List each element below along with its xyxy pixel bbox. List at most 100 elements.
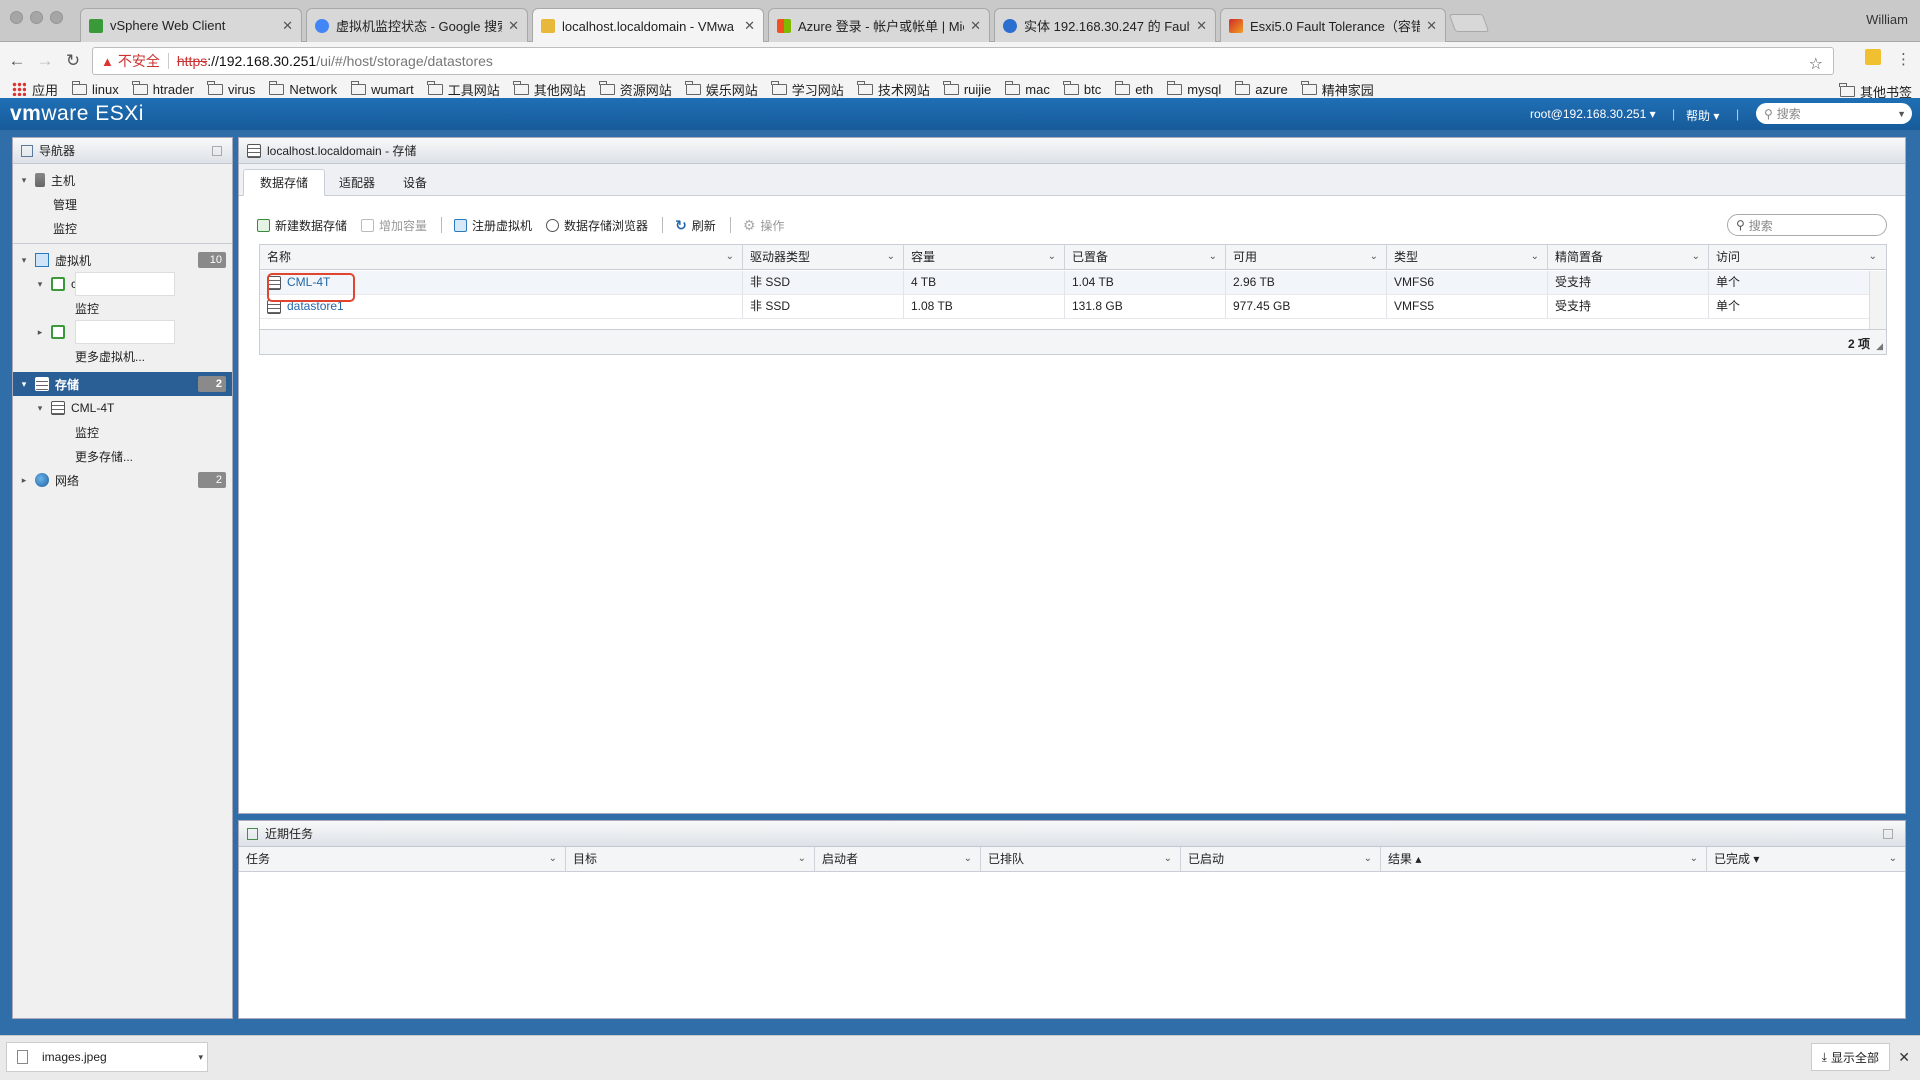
bookmark-apps[interactable]: 应用 bbox=[12, 80, 58, 99]
close-tab-icon[interactable]: ✕ bbox=[1426, 18, 1437, 34]
resize-handle-icon[interactable]: ◢ bbox=[1876, 341, 1883, 352]
maximize-window-button[interactable] bbox=[50, 11, 63, 24]
chevron-down-icon[interactable]: ⌄ bbox=[1164, 847, 1172, 871]
table-row[interactable]: CML-4T 非 SSD 4 TB 1.04 TB 2.96 TB VMFS6 … bbox=[260, 271, 1869, 295]
column-header-type[interactable]: 类型 ⌄ bbox=[1387, 245, 1548, 269]
nav-item-network[interactable]: ▸ 网络 2 bbox=[13, 468, 232, 492]
bookmark-folder[interactable]: virus bbox=[207, 80, 255, 97]
forward-arrow-icon[interactable]: → bbox=[34, 50, 56, 72]
nav-item-manage[interactable]: 管理 bbox=[13, 192, 232, 216]
column-header-result[interactable]: 结果 ▴ ⌄ bbox=[1381, 847, 1707, 871]
bookmark-folder[interactable]: Network bbox=[268, 80, 337, 97]
nav-item-datastore-monitor[interactable]: 监控 bbox=[13, 420, 232, 444]
column-header-queued[interactable]: 已排队 ⌄ bbox=[981, 847, 1181, 871]
caret-icon[interactable]: ▾ bbox=[19, 379, 29, 390]
tab-datastores[interactable]: 数据存储 bbox=[243, 169, 326, 196]
nav-item-host[interactable]: ▾ 主机 bbox=[13, 168, 232, 192]
bookmark-folder[interactable]: azure bbox=[1234, 80, 1288, 97]
chevron-down-icon[interactable]: ⌄ bbox=[1364, 847, 1372, 871]
nav-item-monitor[interactable]: 监控 bbox=[13, 216, 232, 240]
chevron-down-icon[interactable]: ⌄ bbox=[1531, 245, 1539, 269]
chevron-down-icon[interactable]: ⌄ bbox=[798, 847, 806, 871]
bookmark-folder[interactable]: 娱乐网站 bbox=[685, 80, 758, 99]
address-bar[interactable]: ▲ 不安全 https ://192.168.30.251 /ui/#/host… bbox=[92, 47, 1834, 75]
bookmark-folder[interactable]: mysql bbox=[1166, 80, 1221, 97]
bookmark-folder[interactable]: htrader bbox=[132, 80, 194, 97]
column-header-drive-type[interactable]: 驱动器类型 ⌄ bbox=[743, 245, 904, 269]
minimize-window-button[interactable] bbox=[30, 11, 43, 24]
increase-capacity-button[interactable]: 增加容量 bbox=[361, 217, 427, 234]
nav-item-datastore[interactable]: ▾ CML-4T bbox=[13, 396, 232, 420]
bookmark-folder[interactable]: linux bbox=[71, 80, 119, 97]
bookmark-star-icon[interactable]: ☆ bbox=[1809, 54, 1823, 74]
bookmark-folder[interactable]: 资源网站 bbox=[599, 80, 672, 99]
close-window-button[interactable] bbox=[10, 11, 23, 24]
header-search-input[interactable]: ⚲ 搜索 ▼ bbox=[1756, 103, 1912, 124]
new-tab-button[interactable] bbox=[1448, 14, 1490, 32]
nav-item-vm[interactable]: ▸ bbox=[13, 320, 232, 344]
column-header-provisioned[interactable]: 已置备 ⌄ bbox=[1065, 245, 1226, 269]
close-tab-icon[interactable]: ✕ bbox=[1196, 18, 1207, 34]
column-header-started[interactable]: 已启动 ⌄ bbox=[1181, 847, 1381, 871]
chevron-down-icon[interactable]: ⌄ bbox=[1209, 245, 1217, 269]
nav-item-storage[interactable]: ▾ 存储 2 bbox=[13, 372, 232, 396]
refresh-button[interactable]: ↻ 刷新 bbox=[675, 217, 716, 234]
bookmark-folder[interactable]: 工具网站 bbox=[427, 80, 500, 99]
browser-menu-icon[interactable]: ⋮ bbox=[1896, 50, 1911, 68]
caret-icon[interactable]: ▾ bbox=[35, 279, 45, 290]
close-tab-icon[interactable]: ✕ bbox=[508, 18, 519, 34]
chevron-down-icon[interactable]: ▾ bbox=[198, 1052, 203, 1063]
chevron-down-icon[interactable]: ⌄ bbox=[1692, 245, 1700, 269]
datastore-search-input[interactable]: ⚲ 搜索 bbox=[1727, 214, 1887, 236]
bookmark-folder[interactable]: 技术网站 bbox=[857, 80, 930, 99]
chevron-down-icon[interactable]: ⌄ bbox=[1370, 245, 1378, 269]
reload-icon[interactable]: ↻ bbox=[62, 50, 84, 72]
nav-item-vm[interactable]: ▾ c bbox=[13, 272, 232, 296]
bookmark-folder[interactable]: wumart bbox=[350, 80, 414, 97]
show-all-downloads-button[interactable]: ⤓ 显示全部 bbox=[1810, 1043, 1890, 1071]
tab-adapters[interactable]: 适配器 bbox=[323, 169, 391, 196]
nav-item-more-storage[interactable]: 更多存储... bbox=[13, 444, 232, 468]
close-tab-icon[interactable]: ✕ bbox=[744, 18, 755, 34]
browser-tab[interactable]: 实体 192.168.30.247 的 Fault T ✕ bbox=[994, 8, 1216, 42]
chevron-down-icon[interactable]: ⌄ bbox=[726, 245, 734, 269]
user-menu[interactable]: root@192.168.30.251 ▾ bbox=[1530, 107, 1656, 121]
column-header-target[interactable]: 目标 ⌄ bbox=[566, 847, 815, 871]
column-header-thin-provisioning[interactable]: 精简置备 ⌄ bbox=[1548, 245, 1709, 269]
bookmark-folder[interactable]: mac bbox=[1004, 80, 1050, 97]
close-tab-icon[interactable]: ✕ bbox=[282, 18, 293, 34]
column-header-capacity[interactable]: 容量 ⌄ bbox=[904, 245, 1065, 269]
caret-icon[interactable]: ▾ bbox=[35, 403, 45, 414]
browser-tab-active[interactable]: localhost.localdomain - VMwa ✕ bbox=[532, 8, 764, 43]
close-downloads-icon[interactable]: ✕ bbox=[1898, 1049, 1910, 1066]
datastore-browser-button[interactable]: 数据存储浏览器 bbox=[546, 217, 648, 234]
new-datastore-button[interactable]: 新建数据存储 bbox=[257, 217, 347, 234]
extension-icon[interactable] bbox=[1865, 49, 1881, 65]
bookmark-folder[interactable]: ruijie bbox=[943, 80, 991, 97]
close-tab-icon[interactable]: ✕ bbox=[970, 18, 981, 34]
register-vm-button[interactable]: 注册虚拟机 bbox=[454, 217, 532, 234]
bookmark-folder[interactable]: eth bbox=[1114, 80, 1153, 97]
collapse-panel-icon[interactable] bbox=[212, 145, 222, 156]
collapse-panel-icon[interactable] bbox=[1883, 828, 1893, 839]
help-menu[interactable]: 帮助 ▾ bbox=[1686, 107, 1719, 124]
column-header-initiator[interactable]: 启动者 ⌄ bbox=[815, 847, 981, 871]
column-header-access[interactable]: 访问 ⌄ bbox=[1709, 245, 1885, 269]
chevron-down-icon[interactable]: ⌄ bbox=[1690, 847, 1698, 871]
chevron-down-icon[interactable]: ⌄ bbox=[1869, 245, 1877, 269]
actions-button[interactable]: ⚙ 操作 bbox=[743, 217, 785, 234]
table-row[interactable]: datastore1 非 SSD 1.08 TB 131.8 GB 977.45… bbox=[260, 295, 1869, 319]
bookmark-folder[interactable]: 其他网站 bbox=[513, 80, 586, 99]
browser-tab[interactable]: vSphere Web Client ✕ bbox=[80, 8, 302, 42]
bookmark-folder[interactable]: 学习网站 bbox=[771, 80, 844, 99]
column-header-task[interactable]: 任务 ⌄ bbox=[239, 847, 566, 871]
column-header-completed[interactable]: 已完成 ▾ ⌄ bbox=[1707, 847, 1905, 871]
nav-item-more-vms[interactable]: 更多虚拟机... bbox=[13, 344, 232, 368]
chevron-down-icon[interactable]: ⌄ bbox=[887, 245, 895, 269]
download-item[interactable]: images.jpeg ▾ bbox=[6, 1042, 208, 1072]
profile-name[interactable]: William bbox=[1866, 12, 1908, 27]
column-header-free[interactable]: 可用 ⌄ bbox=[1226, 245, 1387, 269]
caret-icon[interactable]: ▾ bbox=[19, 175, 29, 186]
chevron-down-icon[interactable]: ⌄ bbox=[549, 847, 557, 871]
bookmark-folder[interactable]: 精神家园 bbox=[1301, 80, 1374, 99]
